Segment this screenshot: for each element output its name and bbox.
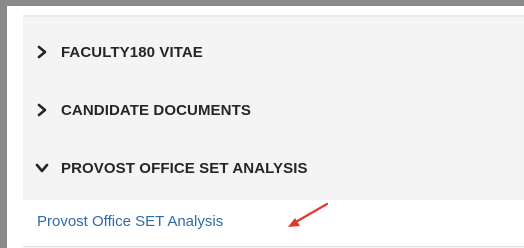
chevron-down-icon <box>35 161 49 175</box>
accordion-item-candidate-documents[interactable]: CANDIDATE DOCUMENTS <box>23 81 524 139</box>
screenshot-frame: FACULTY180 VITAE CANDIDATE DOCUMENTS PRO… <box>0 0 524 248</box>
chevron-right-icon <box>35 103 49 117</box>
accordion-item-label: PROVOST OFFICE SET ANALYSIS <box>61 159 308 177</box>
accordion-item-label: FACULTY180 VITAE <box>61 43 203 61</box>
panel-top-divider <box>23 15 524 17</box>
provost-office-set-analysis-link[interactable]: Provost Office SET Analysis <box>37 213 223 230</box>
chevron-right-icon <box>35 45 49 59</box>
annotation-arrow-icon <box>288 202 329 227</box>
accordion-expanded-content: Provost Office SET Analysis <box>23 200 524 247</box>
accordion-panel: FACULTY180 VITAE CANDIDATE DOCUMENTS PRO… <box>23 15 524 248</box>
accordion-item-label: CANDIDATE DOCUMENTS <box>61 101 251 119</box>
accordion-item-faculty180-vitae[interactable]: FACULTY180 VITAE <box>23 23 524 81</box>
accordion-item-provost-office-set-analysis[interactable]: PROVOST OFFICE SET ANALYSIS <box>23 139 524 197</box>
